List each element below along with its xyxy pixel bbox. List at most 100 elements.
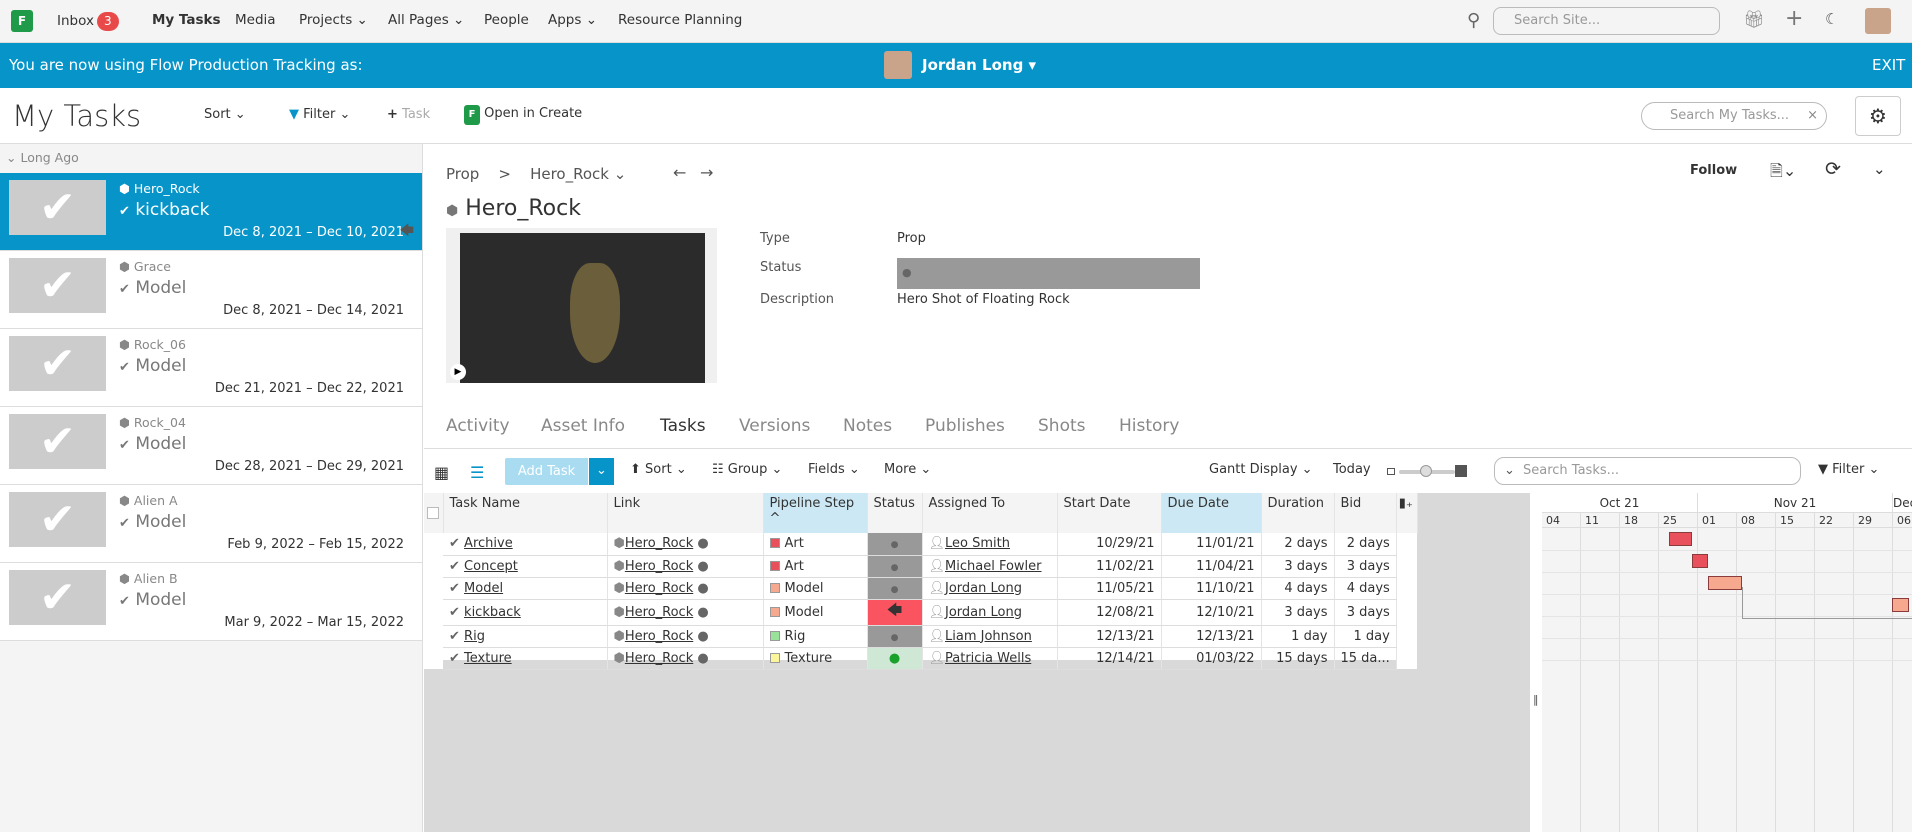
entity-link[interactable]: Hero_Rock bbox=[625, 629, 693, 644]
task-name-cell[interactable]: ✔ kickback bbox=[443, 599, 608, 626]
gift-icon[interactable]: 🎁︎ bbox=[1743, 10, 1765, 30]
assignee-link[interactable]: Leo Smith bbox=[945, 536, 1010, 551]
nav-resource-planning[interactable]: Resource Planning bbox=[618, 12, 742, 28]
assignee-link[interactable]: Jordan Long bbox=[945, 581, 1022, 596]
group-button[interactable]: ☷ Group ⌄ bbox=[712, 462, 782, 477]
gantt-bar[interactable] bbox=[1892, 598, 1909, 612]
assigned-to-cell[interactable]: 👤︎Patricia Wells bbox=[922, 647, 1058, 670]
duration-cell[interactable]: 15 days bbox=[1261, 647, 1335, 670]
duration-cell[interactable]: 4 days bbox=[1261, 577, 1335, 600]
start-cell[interactable]: 12/08/21 bbox=[1057, 599, 1162, 626]
due-cell[interactable]: 11/01/21 bbox=[1161, 533, 1262, 556]
table-row[interactable]: ✔ Archive ⬢Hero_Rock ● Art ● 👤︎Leo Smith 10/2… bbox=[424, 533, 1418, 556]
my-tasks-search-input[interactable]: Search My Tasks... × bbox=[1641, 102, 1827, 130]
duration-cell[interactable]: 1 day bbox=[1261, 625, 1335, 648]
table-row[interactable]: ✔ Rig ⬢Hero_Rock ● Rig ● 👤︎Liam Johnson 12/13… bbox=[424, 625, 1418, 648]
add-task-button[interactable]: + Task bbox=[387, 107, 430, 122]
assignee-link[interactable]: Jordan Long bbox=[945, 605, 1022, 620]
start-cell[interactable]: 11/05/21 bbox=[1057, 577, 1162, 600]
zoom-out-icon[interactable] bbox=[1387, 468, 1395, 475]
description-value[interactable]: Hero Shot of Floating Rock bbox=[897, 292, 1070, 307]
nav-apps[interactable]: Apps ⌄ bbox=[548, 12, 597, 28]
tab-shots[interactable]: Shots bbox=[1038, 416, 1086, 436]
gantt-bar[interactable] bbox=[1669, 532, 1692, 546]
open-in-create-button[interactable]: F Open in Create bbox=[464, 105, 582, 125]
task-list-item[interactable]: ✔ ⬢ Rock_04 ✔ Model Dec 28, 2021 – Dec 29, … bbox=[0, 407, 422, 485]
more-button[interactable]: More ⌄ bbox=[884, 462, 931, 477]
clear-icon[interactable]: × bbox=[1807, 103, 1818, 129]
column-header-duration[interactable]: Duration bbox=[1261, 493, 1335, 533]
assignee-link[interactable]: Patricia Wells bbox=[945, 651, 1031, 666]
group-header-long-ago[interactable]: ⌄ Long Ago bbox=[6, 150, 79, 165]
table-row[interactable]: ✔ kickback ⬢Hero_Rock ● Model 🡄 👤︎Jordan Lon… bbox=[424, 599, 1418, 626]
follow-button[interactable]: Follow bbox=[1690, 163, 1737, 178]
link-cell[interactable]: ⬢Hero_Rock ● bbox=[607, 577, 764, 600]
task-name-link[interactable]: Concept bbox=[464, 559, 518, 574]
duration-cell[interactable]: 2 days bbox=[1261, 533, 1335, 556]
list-view-icon[interactable]: ☰ bbox=[470, 463, 484, 482]
gantt-bar[interactable] bbox=[1708, 576, 1742, 590]
task-name-link[interactable]: Archive bbox=[464, 536, 513, 551]
table-filter-button[interactable]: ▼ Filter ⌄ bbox=[1818, 462, 1879, 477]
exit-button[interactable]: EXIT bbox=[1872, 56, 1905, 74]
settings-gear-icon[interactable]: ⚙ bbox=[1855, 96, 1901, 136]
status-cell[interactable]: 🡄 bbox=[867, 599, 923, 626]
status-cell[interactable]: ● bbox=[867, 647, 923, 670]
add-task-dropdown[interactable]: ⌄ bbox=[589, 458, 614, 485]
site-search-input[interactable]: Search Site... bbox=[1493, 7, 1720, 35]
zoom-in-icon[interactable] bbox=[1455, 465, 1467, 477]
status-value[interactable]: ● bbox=[897, 258, 1200, 289]
bid-cell[interactable]: 15 da... bbox=[1334, 647, 1397, 670]
nav-all-pages[interactable]: All Pages ⌄ bbox=[388, 12, 464, 28]
table-sort-button[interactable]: ⬆ Sort ⌄ bbox=[630, 462, 687, 477]
gantt-display-button[interactable]: Gantt Display ⌄ bbox=[1209, 462, 1313, 477]
due-cell[interactable]: 11/10/21 bbox=[1161, 577, 1262, 600]
link-cell[interactable]: ⬢Hero_Rock ● bbox=[607, 599, 764, 626]
assigned-to-cell[interactable]: 👤︎Jordan Long bbox=[922, 599, 1058, 626]
start-cell[interactable]: 12/14/21 bbox=[1057, 647, 1162, 670]
link-cell[interactable]: ⬢Hero_Rock ● bbox=[607, 555, 764, 578]
nav-media[interactable]: Media bbox=[235, 12, 276, 28]
tab-versions[interactable]: Versions bbox=[739, 416, 810, 436]
link-cell[interactable]: ⬢Hero_Rock ● bbox=[607, 533, 764, 556]
entity-link[interactable]: Hero_Rock bbox=[625, 536, 693, 551]
assigned-to-cell[interactable]: 👤︎Jordan Long bbox=[922, 577, 1058, 600]
tab-notes[interactable]: Notes bbox=[843, 416, 892, 436]
tab-publishes[interactable]: Publishes bbox=[925, 416, 1005, 436]
link-cell[interactable]: ⬢Hero_Rock ● bbox=[607, 625, 764, 648]
breadcrumb-type[interactable]: Prop bbox=[446, 165, 479, 183]
refresh-icon[interactable]: ⟳ bbox=[1825, 158, 1841, 180]
column-header-status[interactable]: Status bbox=[867, 493, 923, 533]
task-name-cell[interactable]: ✔ Model bbox=[443, 577, 608, 600]
entity-link[interactable]: Hero_Rock bbox=[625, 605, 693, 620]
app-logo[interactable]: F bbox=[11, 10, 33, 32]
nav-my-tasks[interactable]: My Tasks bbox=[152, 12, 221, 28]
moon-icon[interactable]: ☾ bbox=[1825, 10, 1838, 28]
assigned-to-cell[interactable]: 👤︎Michael Fowler bbox=[922, 555, 1058, 578]
task-list-item[interactable]: ✔ ⬢ Hero_Rock ✔ kickback Dec 8, 2021 – Dec … bbox=[0, 173, 422, 251]
task-list-item[interactable]: ✔ ⬢ Alien B ✔ Model Mar 9, 2022 – Mar 15, 2… bbox=[0, 563, 422, 641]
start-cell[interactable]: 12/13/21 bbox=[1057, 625, 1162, 648]
entity-link[interactable]: Hero_Rock bbox=[625, 651, 693, 666]
column-header-pipeline-step[interactable]: Pipeline Step ^ bbox=[763, 493, 868, 533]
pipeline-step-cell[interactable]: Texture bbox=[763, 647, 868, 670]
start-cell[interactable]: 11/02/21 bbox=[1057, 555, 1162, 578]
column-header-assigned-to[interactable]: Assigned To bbox=[922, 493, 1058, 533]
status-cell[interactable]: ● bbox=[867, 625, 923, 648]
next-arrow-icon[interactable]: → bbox=[700, 163, 713, 182]
fields-button[interactable]: Fields ⌄ bbox=[808, 462, 860, 477]
assignee-link[interactable]: Michael Fowler bbox=[945, 559, 1041, 574]
duration-cell[interactable]: 3 days bbox=[1261, 599, 1335, 626]
assignee-link[interactable]: Liam Johnson bbox=[945, 629, 1032, 644]
slider-thumb[interactable] bbox=[1420, 465, 1432, 477]
task-name-cell[interactable]: ✔ Concept bbox=[443, 555, 608, 578]
due-cell[interactable]: 01/03/22 bbox=[1161, 647, 1262, 670]
status-cell[interactable]: ● bbox=[867, 533, 923, 556]
sort-button[interactable]: Sort ⌄ bbox=[204, 107, 246, 122]
splitter-handle[interactable]: ‖ bbox=[1533, 693, 1539, 706]
add-column-button[interactable]: ▮₊ bbox=[1396, 493, 1418, 533]
nav-people[interactable]: People bbox=[484, 12, 529, 28]
banner-user-menu[interactable]: Jordan Long ▾ bbox=[922, 56, 1036, 74]
pipeline-step-cell[interactable]: Rig bbox=[763, 625, 868, 648]
task-name-cell[interactable]: ✔ Texture bbox=[443, 647, 608, 670]
